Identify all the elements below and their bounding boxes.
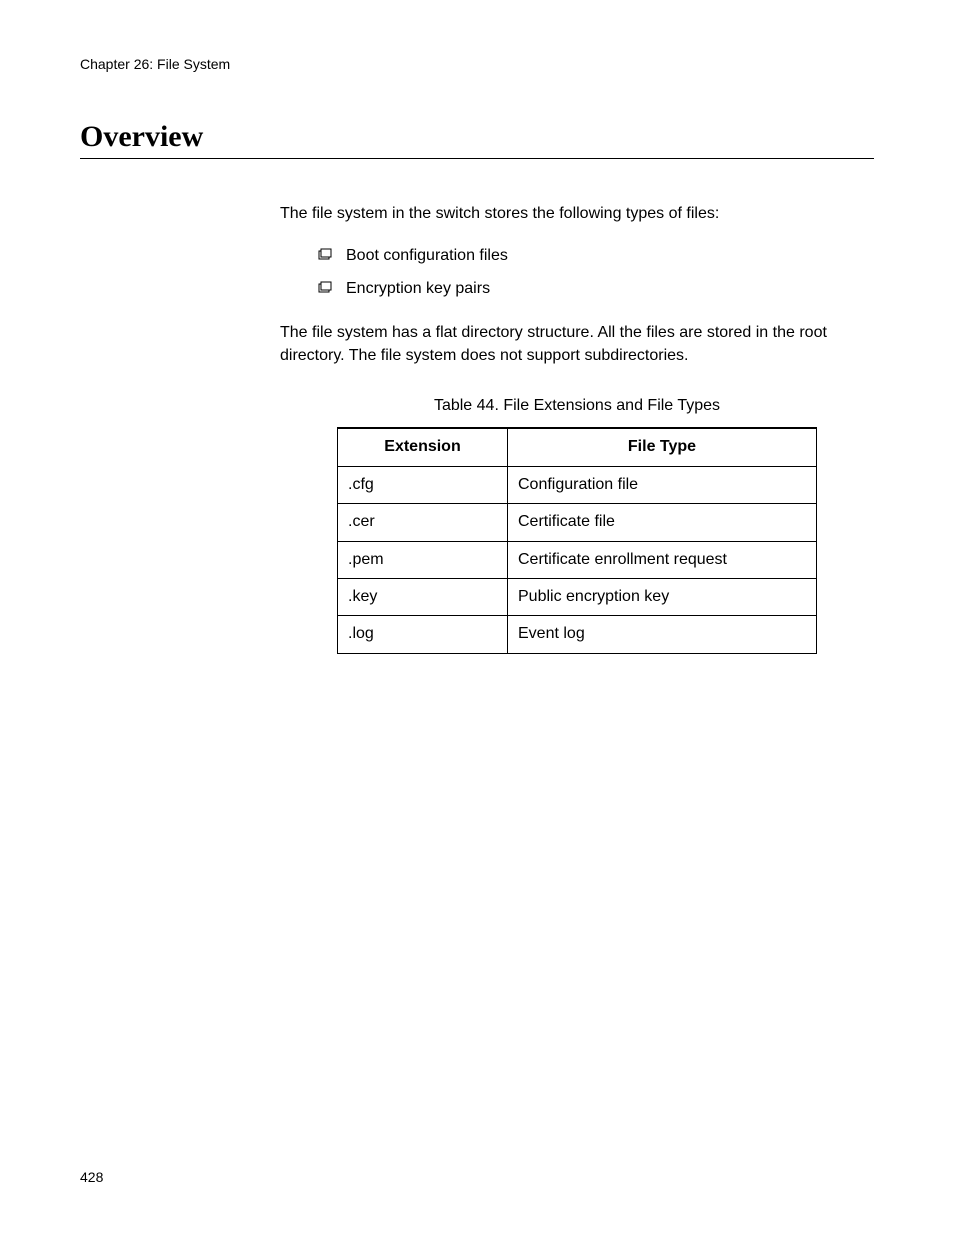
file-extensions-table: Extension File Type .cfg Configuration f…	[337, 427, 817, 653]
chapter-header: Chapter 26: File System	[80, 56, 874, 72]
table-row: .cer Certificate file	[338, 504, 817, 541]
table-cell: .cfg	[338, 466, 508, 503]
paragraph: The file system has a flat directory str…	[280, 322, 874, 367]
table-header-extension: Extension	[338, 428, 508, 466]
intro-text: The file system in the switch stores the…	[280, 203, 874, 225]
table-cell: .log	[338, 616, 508, 653]
bullet-icon	[318, 280, 332, 302]
table-row: .cfg Configuration file	[338, 466, 817, 503]
list-item: Encryption key pairs	[318, 278, 874, 300]
table-header-filetype: File Type	[508, 428, 817, 466]
table-header-row: Extension File Type	[338, 428, 817, 466]
table-cell: .cer	[338, 504, 508, 541]
table-row: .key Public encryption key	[338, 578, 817, 615]
page-number: 428	[80, 1169, 103, 1185]
table-row: .pem Certificate enrollment request	[338, 541, 817, 578]
table-cell: Configuration file	[508, 466, 817, 503]
table-cell: Event log	[508, 616, 817, 653]
bullet-icon	[318, 247, 332, 269]
list-item-label: Boot configuration files	[346, 247, 508, 264]
section-title: Overview	[80, 120, 874, 159]
table-cell: Certificate enrollment request	[508, 541, 817, 578]
bullet-list: Boot configuration files Encryption key …	[318, 245, 874, 300]
table-caption: Table 44. File Extensions and File Types	[280, 395, 874, 417]
table-cell: .pem	[338, 541, 508, 578]
table-container: Extension File Type .cfg Configuration f…	[320, 427, 834, 653]
content-body: The file system in the switch stores the…	[280, 203, 874, 654]
table-cell: Public encryption key	[508, 578, 817, 615]
table-row: .log Event log	[338, 616, 817, 653]
list-item-label: Encryption key pairs	[346, 280, 490, 297]
table-cell: Certificate file	[508, 504, 817, 541]
list-item: Boot configuration files	[318, 245, 874, 267]
table-cell: .key	[338, 578, 508, 615]
